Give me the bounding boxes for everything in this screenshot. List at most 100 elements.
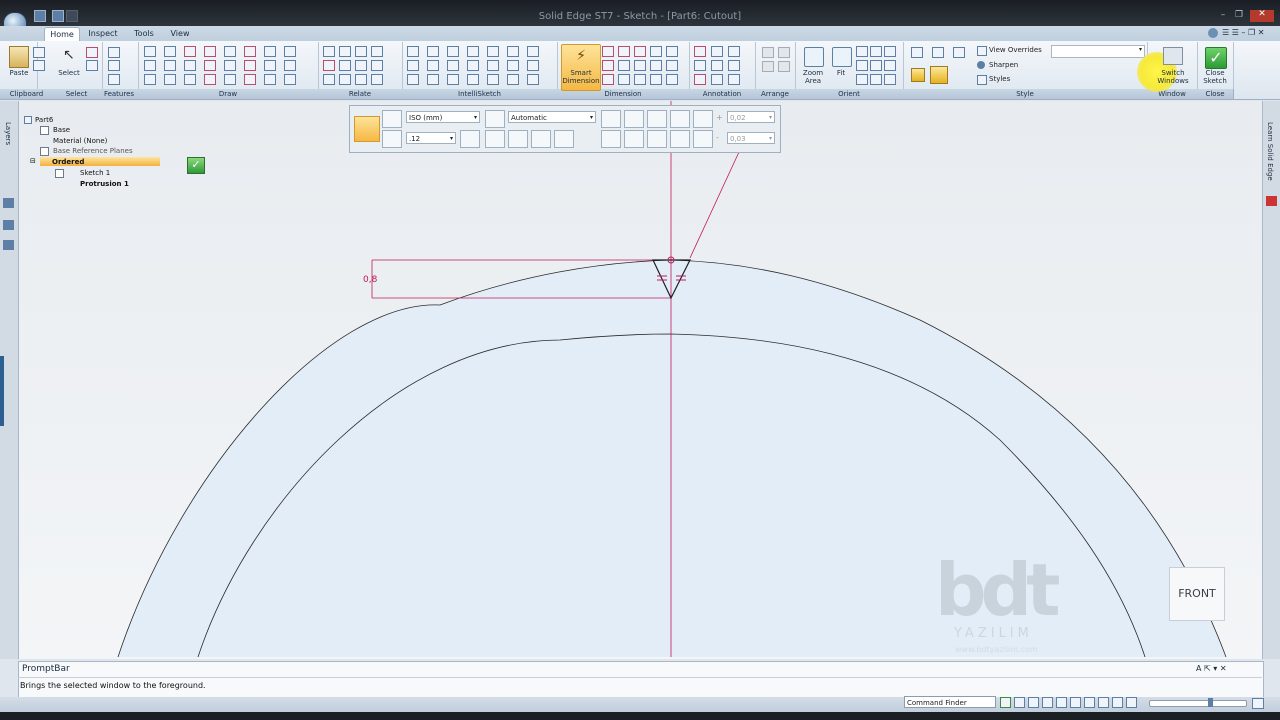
standard-dropdown[interactable]: ISO (mm) ▾ (406, 111, 480, 123)
annot-icon-5[interactable] (711, 60, 723, 71)
tree-base[interactable]: Base (53, 126, 70, 134)
smart-dimension-active-icon[interactable] (354, 116, 380, 142)
style-cube-icon-2[interactable] (932, 47, 944, 58)
arrange-icon-4[interactable] (778, 61, 790, 72)
fit-icon[interactable] (832, 47, 852, 67)
dim-option-icon-14[interactable] (693, 130, 713, 148)
isk-icon-10[interactable] (447, 60, 459, 71)
dim-icon-8[interactable] (634, 60, 646, 71)
tolerance-lower-field[interactable]: 0,03 ▾ (727, 132, 775, 144)
tangent-arc-icon[interactable] (164, 60, 176, 71)
ref-planes-checkbox[interactable] (40, 147, 49, 156)
tolerance-upper-field[interactable]: 0,02 ▾ (727, 111, 775, 123)
isk-icon-12[interactable] (487, 60, 499, 71)
zoom-area-button[interactable]: Zoom Area (797, 69, 829, 85)
isk-icon-1[interactable] (407, 46, 419, 57)
dim-option-icon-8[interactable] (601, 130, 621, 148)
offset-icon[interactable] (224, 46, 236, 57)
tree-ordered[interactable]: Ordered (52, 158, 84, 166)
tab-tools[interactable]: Tools (128, 27, 160, 41)
zoom-area-icon[interactable] (804, 47, 824, 67)
dock-icon-2[interactable] (3, 220, 14, 230)
annot-icon-2[interactable] (711, 46, 723, 57)
isk-icon-17[interactable] (447, 74, 459, 85)
isk-icon-15[interactable] (407, 74, 419, 85)
dim-option-icon-13[interactable] (670, 130, 690, 148)
select-tool-icon[interactable] (86, 47, 98, 58)
extend-icon[interactable] (204, 60, 216, 71)
isk-icon-19[interactable] (487, 74, 499, 85)
equal-icon[interactable] (339, 74, 351, 85)
line-icon[interactable] (144, 46, 156, 57)
dim-option-icon-10[interactable] (647, 130, 667, 148)
font-size-dropdown[interactable]: .12 ▾ (406, 132, 456, 144)
fit-status-icon[interactable] (1252, 698, 1264, 709)
dim-icon-11[interactable] (602, 74, 614, 85)
style-dropdown[interactable]: ▾ (1051, 45, 1145, 58)
dim-icon-12[interactable] (618, 74, 630, 85)
tab-home[interactable]: Home (44, 27, 80, 42)
curve-icon[interactable] (184, 46, 196, 57)
select-filter-icon[interactable] (86, 60, 98, 71)
close-sketch-icon[interactable]: ✓ (1205, 47, 1227, 69)
lock-dimension-icon[interactable] (382, 130, 402, 148)
dimension-value[interactable]: 0,8 (363, 275, 377, 285)
dim-icon-10[interactable] (666, 60, 678, 71)
status-icon-9[interactable] (1112, 697, 1123, 708)
isk-icon-9[interactable] (427, 60, 439, 71)
fit-button[interactable]: Fit (829, 69, 853, 77)
status-icon-5[interactable] (1056, 697, 1067, 708)
sketch-view-icon[interactable] (884, 60, 896, 71)
cut-icon[interactable] (33, 47, 45, 58)
isk-icon-14[interactable] (527, 60, 539, 71)
zoom-next-icon[interactable] (870, 60, 882, 71)
angled-construction-line[interactable] (689, 151, 740, 259)
dim-option-icon-11[interactable] (670, 110, 690, 128)
isk-icon-18[interactable] (467, 74, 479, 85)
status-icon-10[interactable] (1126, 697, 1137, 708)
paste-button[interactable]: Paste (4, 69, 34, 77)
dim-icon-7[interactable] (618, 60, 630, 71)
layers-tab[interactable]: Layers (4, 122, 12, 145)
feature-icon-1[interactable] (108, 47, 120, 58)
tab-view[interactable]: View (166, 27, 194, 41)
tree-ref-planes[interactable]: Base Reference Planes (53, 147, 133, 155)
parallel-icon[interactable] (323, 60, 335, 71)
arc-icon[interactable] (164, 46, 176, 57)
status-icon-7[interactable] (1084, 697, 1095, 708)
tree-material[interactable]: Material (None) (53, 137, 107, 145)
isk-icon-8[interactable] (407, 60, 419, 71)
restore-icon[interactable]: ❐ (1234, 11, 1244, 20)
dock-scroll-indicator[interactable] (0, 356, 4, 426)
isk-icon-20[interactable] (507, 74, 519, 85)
annot-icon-1[interactable] (694, 46, 706, 57)
dim-icon-13[interactable] (634, 74, 646, 85)
horizontal-icon[interactable] (355, 46, 367, 57)
arrange-icon-1[interactable] (762, 47, 774, 58)
annot-icon-9[interactable] (728, 74, 740, 85)
paste-icon[interactable] (9, 46, 29, 68)
shaded-icon[interactable] (911, 68, 925, 82)
isk-icon-21[interactable] (527, 74, 539, 85)
view-cube-front[interactable]: FRONT (1169, 567, 1225, 621)
symmetric-icon[interactable] (355, 74, 367, 85)
mirror-icon[interactable] (264, 46, 276, 57)
scale-icon[interactable] (284, 60, 296, 71)
pan-icon[interactable] (870, 46, 882, 57)
sketch-checkbox[interactable] (55, 169, 64, 178)
view-overrides-button[interactable]: View Overrides (989, 46, 1042, 54)
dimension-axis-icon[interactable] (460, 130, 480, 148)
dim-option-icon-2[interactable] (508, 130, 528, 148)
smart-dimension-button[interactable]: ⚡ Smart Dimension (561, 44, 601, 91)
annot-icon-7[interactable] (694, 74, 706, 85)
dim-icon-2[interactable] (618, 46, 630, 57)
isk-icon-3[interactable] (447, 46, 459, 57)
annot-icon-3[interactable] (728, 46, 740, 57)
isk-icon-6[interactable] (507, 46, 519, 57)
concentric-icon[interactable] (339, 46, 351, 57)
dim-option-icon-12[interactable] (693, 110, 713, 128)
rigid-set-icon[interactable] (371, 60, 383, 71)
tree-part[interactable]: Part6 (24, 116, 53, 124)
split-icon[interactable] (244, 60, 256, 71)
dim-icon-5[interactable] (666, 46, 678, 57)
